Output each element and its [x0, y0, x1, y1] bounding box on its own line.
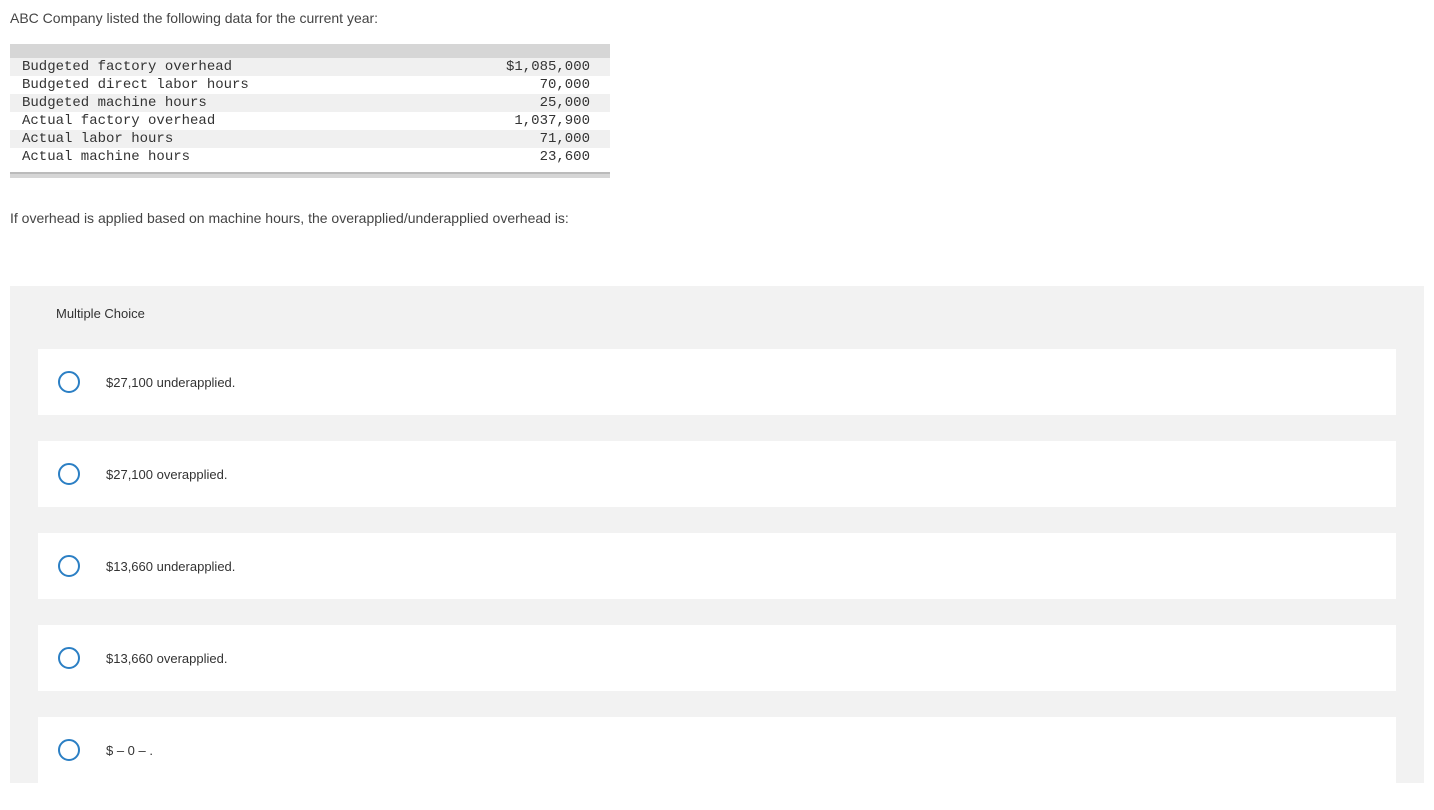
choice-item[interactable]: $13,660 overapplied. — [38, 625, 1396, 691]
table-row: Budgeted direct labor hours 70,000 — [10, 76, 610, 94]
radio-icon[interactable] — [58, 739, 80, 761]
table-cell-label: Actual labor hours — [10, 130, 400, 148]
multiple-choice-container: Multiple Choice $27,100 underapplied. $2… — [10, 286, 1424, 783]
table-cell-value: $1,085,000 — [400, 58, 610, 76]
choice-label: $27,100 underapplied. — [106, 375, 235, 390]
choice-label: $13,660 overapplied. — [106, 651, 227, 666]
table-cell-label: Actual factory overhead — [10, 112, 400, 130]
table-cell-label: Budgeted direct labor hours — [10, 76, 400, 94]
data-table: Budgeted factory overhead $1,085,000 Bud… — [10, 44, 610, 166]
table-cell-value: 70,000 — [400, 76, 610, 94]
choice-label: $13,660 underapplied. — [106, 559, 235, 574]
table-cell-value: 71,000 — [400, 130, 610, 148]
table-cell-value: 25,000 — [400, 94, 610, 112]
table-cell-value: 1,037,900 — [400, 112, 610, 130]
table-header-row — [10, 44, 610, 58]
choice-item[interactable]: $27,100 overapplied. — [38, 441, 1396, 507]
choice-label: $ – 0 – . — [106, 743, 153, 758]
question-text: If overhead is applied based on machine … — [10, 210, 1424, 226]
table-row: Budgeted factory overhead $1,085,000 — [10, 58, 610, 76]
intro-text: ABC Company listed the following data fo… — [10, 10, 1424, 26]
radio-icon[interactable] — [58, 371, 80, 393]
choice-label: $27,100 overapplied. — [106, 467, 227, 482]
radio-icon[interactable] — [58, 555, 80, 577]
table-footer-bar — [10, 172, 610, 178]
table-row: Actual labor hours 71,000 — [10, 130, 610, 148]
table-row: Budgeted machine hours 25,000 — [10, 94, 610, 112]
table-cell-label: Actual machine hours — [10, 148, 400, 166]
table-cell-value: 23,600 — [400, 148, 610, 166]
radio-icon[interactable] — [58, 647, 80, 669]
choice-item[interactable]: $ – 0 – . — [38, 717, 1396, 783]
table-row: Actual factory overhead 1,037,900 — [10, 112, 610, 130]
radio-icon[interactable] — [58, 463, 80, 485]
choice-item[interactable]: $27,100 underapplied. — [38, 349, 1396, 415]
multiple-choice-title: Multiple Choice — [10, 306, 1424, 349]
choice-item[interactable]: $13,660 underapplied. — [38, 533, 1396, 599]
choice-list: $27,100 underapplied. $27,100 overapplie… — [10, 349, 1424, 783]
table-row: Actual machine hours 23,600 — [10, 148, 610, 166]
table-cell-label: Budgeted factory overhead — [10, 58, 400, 76]
table-cell-label: Budgeted machine hours — [10, 94, 400, 112]
